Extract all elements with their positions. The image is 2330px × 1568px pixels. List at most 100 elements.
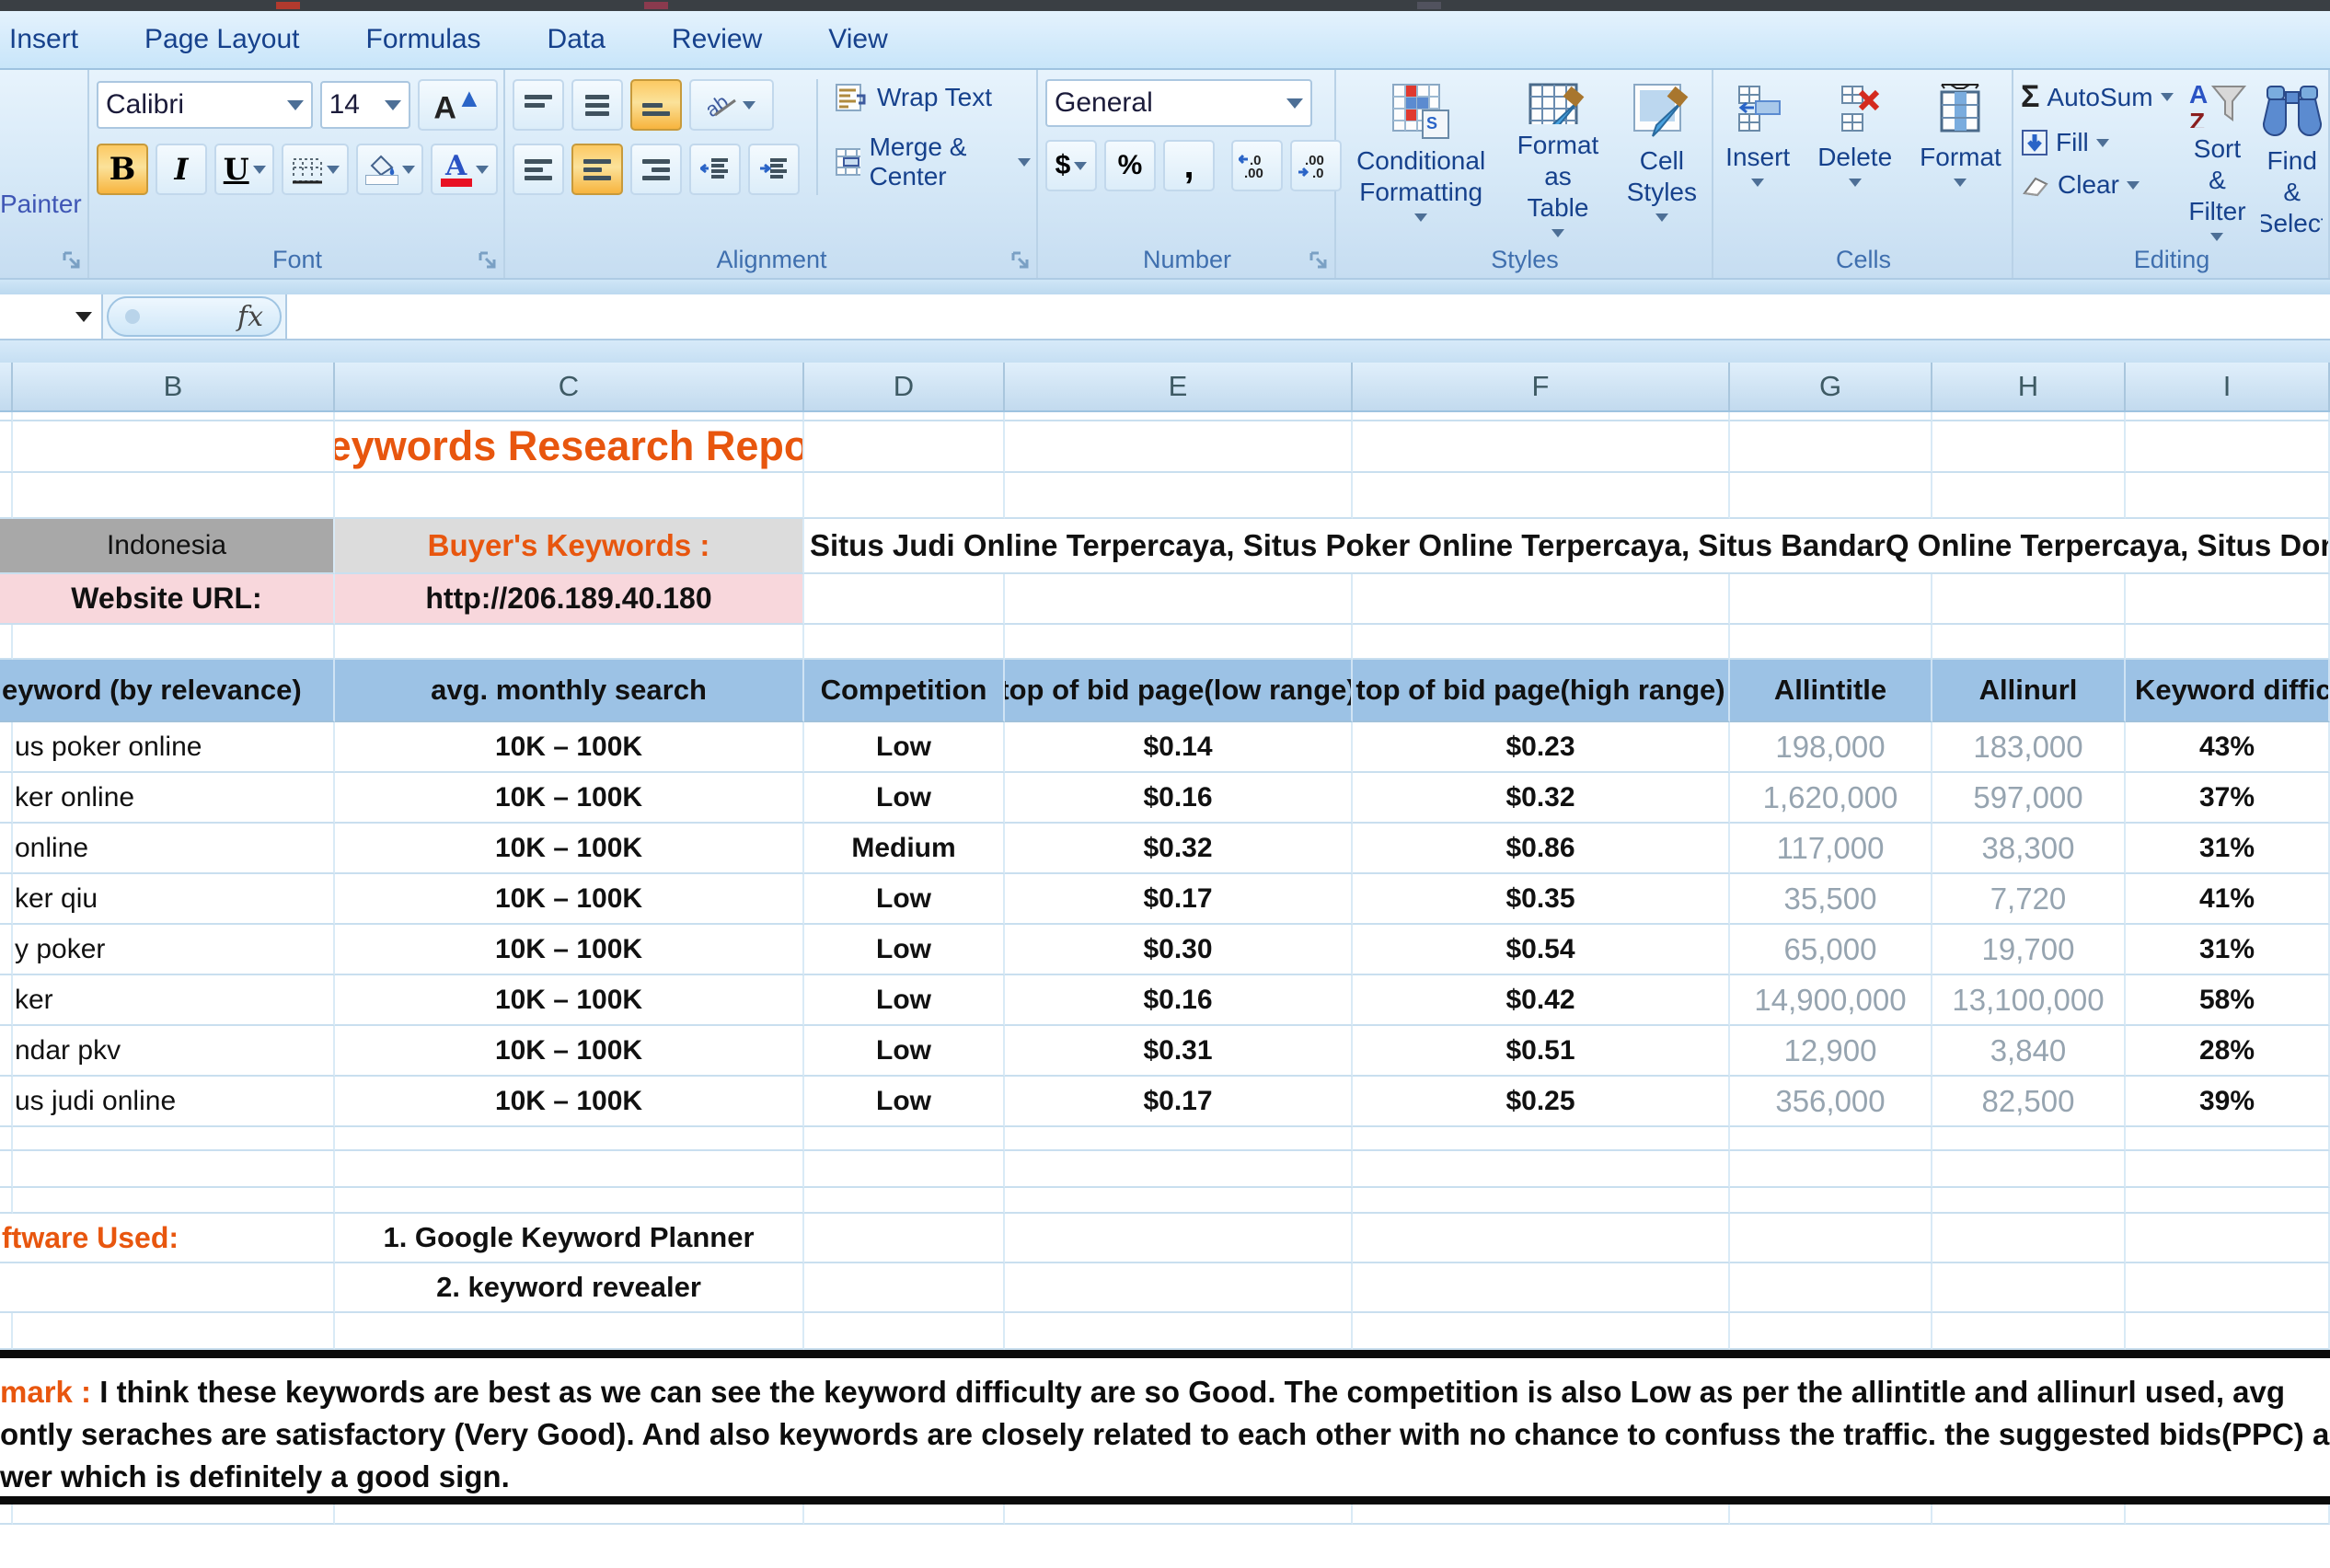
cell[interactable] (0, 925, 13, 975)
align-middle-button[interactable] (571, 79, 623, 131)
cell[interactable] (2126, 1505, 2330, 1525)
cell-competition[interactable]: Low (804, 1026, 1005, 1077)
cell-allintitle[interactable]: 14,900,000 (1730, 975, 1932, 1026)
header-bid-low[interactable]: top of bid page(low range) (1005, 660, 1353, 722)
cell-bid-high[interactable]: $0.51 (1353, 1026, 1730, 1077)
cell[interactable] (0, 1263, 335, 1313)
cell[interactable] (1005, 574, 1353, 625)
cell[interactable] (0, 975, 13, 1026)
cell[interactable] (2126, 625, 2330, 660)
cell-keyword[interactable]: online (13, 824, 335, 874)
format-cells-button[interactable]: Format (1910, 79, 2011, 241)
bold-button[interactable]: B (97, 144, 148, 195)
cell[interactable] (1353, 625, 1730, 660)
grow-font-button[interactable]: A▲ (418, 79, 498, 131)
number-dialog-launcher-icon[interactable] (1309, 250, 1329, 271)
cell[interactable] (804, 1263, 1005, 1313)
tab-insert[interactable]: Insert (0, 11, 111, 68)
cell[interactable] (1353, 1313, 1730, 1350)
cell[interactable] (1932, 412, 2126, 421)
cell[interactable] (804, 1188, 1005, 1214)
sort-filter-button[interactable]: AZ Sort & Filter (2186, 79, 2249, 241)
chevron-down-icon[interactable] (1655, 213, 1668, 222)
cell[interactable] (335, 625, 804, 660)
cell[interactable] (0, 874, 13, 925)
cell[interactable] (1932, 473, 2126, 519)
cell[interactable] (2126, 1188, 2330, 1214)
chevron-down-icon[interactable] (1018, 158, 1031, 167)
cell[interactable] (0, 625, 13, 660)
cell-bid-low[interactable]: $0.17 (1005, 874, 1353, 925)
cell[interactable] (1353, 421, 1730, 473)
clipboard-dialog-launcher-icon[interactable] (62, 250, 82, 271)
cell-bid-high[interactable]: $0.23 (1353, 722, 1730, 773)
cell[interactable] (1730, 1313, 1932, 1350)
cell-competition[interactable]: Low (804, 874, 1005, 925)
header-avg-monthly-search[interactable]: avg. monthly search (335, 660, 804, 722)
chevron-down-icon[interactable] (2161, 93, 2174, 101)
chevron-down-icon[interactable] (1849, 179, 1862, 187)
cell[interactable] (2126, 473, 2330, 519)
report-title[interactable]: Keywords Research Report (335, 421, 804, 473)
cell[interactable] (335, 473, 804, 519)
cell[interactable] (1932, 625, 2126, 660)
tab-review[interactable]: Review (639, 11, 795, 68)
column-header-e[interactable]: E (1005, 363, 1353, 410)
conditional-formatting-button[interactable]: S Conditional Formatting (1344, 79, 1498, 241)
percent-format-button[interactable]: % (1104, 140, 1156, 191)
header-keyword[interactable]: eyword (by relevance) (0, 660, 335, 722)
cell[interactable] (2126, 1313, 2330, 1350)
cell-keyword[interactable]: ker (13, 975, 335, 1026)
chevron-down-icon[interactable] (1074, 162, 1087, 170)
cell-competition[interactable]: Low (804, 722, 1005, 773)
cell[interactable] (1932, 1313, 2126, 1350)
cell[interactable] (0, 1077, 13, 1127)
chevron-down-icon[interactable] (2127, 181, 2140, 190)
decrease-decimal-button[interactable]: .00.0 (1290, 140, 1342, 191)
cell[interactable] (1730, 574, 1932, 625)
cell[interactable] (804, 1313, 1005, 1350)
cell-difficulty[interactable]: 37% (2126, 773, 2330, 824)
cell[interactable] (804, 412, 1005, 421)
cell[interactable] (2126, 1263, 2330, 1313)
cell[interactable] (2126, 1214, 2330, 1263)
number-format-combo[interactable]: General (1045, 79, 1312, 127)
column-header-f[interactable]: F (1353, 363, 1730, 410)
cell[interactable] (1353, 1127, 1730, 1151)
chevron-down-icon[interactable] (2096, 139, 2109, 147)
column-header-d[interactable]: D (804, 363, 1005, 410)
delete-cells-button[interactable]: Delete (1808, 79, 1901, 241)
formula-input[interactable] (285, 294, 2330, 339)
find-select-button[interactable]: Find & Select (2261, 79, 2323, 241)
cell[interactable] (1932, 421, 2126, 473)
cell[interactable] (0, 824, 13, 874)
chevron-down-icon[interactable] (1751, 179, 1764, 187)
cell[interactable] (1730, 1151, 1932, 1188)
header-bid-high[interactable]: top of bid page(high range) (1353, 660, 1730, 722)
wrap-text-button[interactable]: Wrap Text (835, 83, 1031, 112)
cell-bid-high[interactable]: $0.86 (1353, 824, 1730, 874)
align-left-button[interactable] (513, 144, 564, 195)
cell-competition[interactable]: Medium (804, 824, 1005, 874)
buyers-keywords-value[interactable]: Situs Judi Online Terpercaya, Situs Poke… (804, 519, 2330, 574)
website-url-value[interactable]: http://206.189.40.180 (335, 574, 804, 625)
chevron-down-icon[interactable] (402, 166, 415, 174)
align-right-button[interactable] (630, 144, 682, 195)
underline-button[interactable]: U (214, 144, 274, 195)
cell-bid-high[interactable]: $0.25 (1353, 1077, 1730, 1127)
comma-format-button[interactable]: , (1163, 140, 1215, 191)
cell[interactable] (335, 1127, 804, 1151)
align-center-button[interactable] (571, 144, 623, 195)
font-size-combo[interactable]: 14 (320, 81, 411, 129)
cell-allintitle[interactable]: 12,900 (1730, 1026, 1932, 1077)
name-box-dropdown-icon[interactable] (75, 312, 92, 322)
cell[interactable] (1730, 1188, 1932, 1214)
name-box[interactable] (0, 294, 103, 339)
insert-function-button[interactable]: fx (107, 296, 282, 337)
borders-button[interactable] (282, 144, 349, 195)
cell-allinurl[interactable]: 3,840 (1932, 1026, 2126, 1077)
chevron-down-icon[interactable] (1414, 213, 1427, 222)
cell[interactable] (13, 1505, 335, 1525)
cell[interactable] (804, 1127, 1005, 1151)
cell[interactable] (335, 412, 804, 421)
